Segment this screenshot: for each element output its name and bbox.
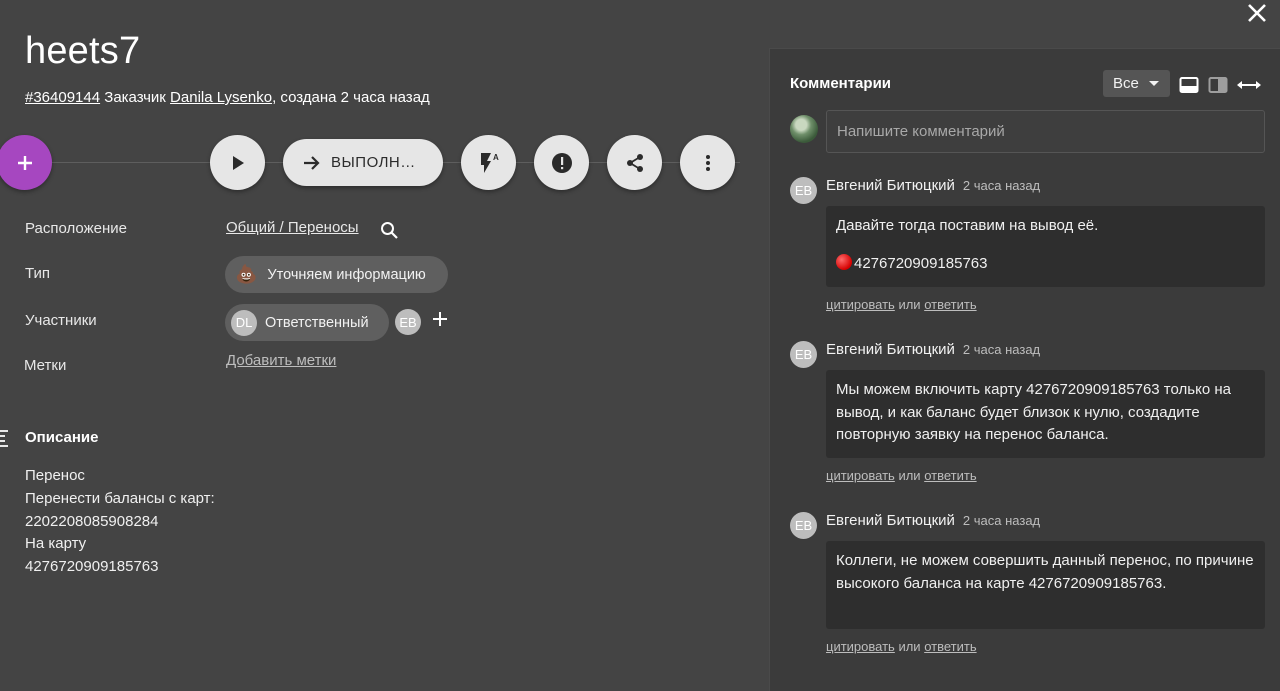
share-icon [626, 153, 643, 172]
participant-avatar[interactable]: EB [395, 309, 421, 335]
comment-item: EB Евгений Битюцкий 2 часа назад Давайте … [790, 175, 1265, 315]
comment-item: EB Евгений Битюцкий 2 часа назад Коллеги,… [790, 510, 1265, 660]
search-icon[interactable] [380, 221, 399, 240]
quote-link[interactable]: цитировать [826, 639, 895, 654]
comment-author: Евгений Битюцкий 2 часа назад [826, 512, 1040, 529]
comment-card-number: 4276720909185763 [854, 254, 988, 272]
close-icon[interactable] [1245, 1, 1269, 25]
comment-body: Коллеги, не можем совершить данный перен… [826, 541, 1265, 629]
play-icon [232, 155, 244, 170]
comment-actions: цитировать или ответить [826, 468, 977, 483]
reply-link[interactable]: ответить [924, 297, 976, 312]
share-button[interactable] [607, 135, 662, 190]
comment-author-name: Евгений Битюцкий [826, 341, 955, 358]
description-line: 4276720909185763 [25, 558, 159, 576]
add-button[interactable] [0, 135, 52, 190]
participants-label: Участники [25, 312, 97, 329]
layout-side-icon[interactable] [1208, 76, 1228, 94]
created-info: , создана 2 часа назад [272, 89, 430, 106]
description-line: Перенести балансы с карт: [25, 489, 215, 507]
location-label: Расположение [25, 220, 127, 237]
expand-horizontal-icon[interactable] [1236, 76, 1262, 94]
svg-text:A: A [493, 153, 499, 162]
arrow-right-icon [304, 155, 320, 170]
filter-value: Все [1113, 75, 1139, 92]
add-participant-icon[interactable] [432, 311, 448, 327]
alert-circle-icon [551, 152, 572, 173]
status-button[interactable]: ВЫПОЛН… [283, 139, 443, 186]
or-text: или [898, 297, 921, 312]
status-label: ВЫПОЛН… [331, 154, 416, 171]
description-body[interactable]: Перенос Перенести балансы с карт: 220220… [25, 465, 215, 579]
task-details: heets7 #36409144 Заказчик Danila Lysenko… [0, 0, 768, 691]
customer-prefix: Заказчик [104, 89, 166, 106]
comment-time: 2 часа назад [962, 178, 1041, 193]
responsible-chip[interactable]: DL Ответственный [225, 304, 389, 341]
comment-author: Евгений Битюцкий 2 часа назад [826, 177, 1040, 194]
reply-link[interactable]: ответить [924, 639, 976, 654]
description-line: На карту [25, 535, 87, 553]
description-line: Перенос [25, 467, 85, 484]
task-title[interactable]: heets7 [25, 30, 140, 73]
type-label: Тип [25, 265, 51, 282]
alert-button[interactable] [534, 135, 589, 190]
avatar: EB [790, 512, 817, 539]
customer-link[interactable]: Danila Lysenko [170, 89, 272, 106]
location-link[interactable]: Общий / Переносы [226, 219, 359, 236]
avatar: DL [231, 309, 257, 336]
avatar: EB [790, 177, 817, 204]
comments-filter-select[interactable]: Все [1103, 70, 1170, 97]
priority-button[interactable]: A [461, 135, 516, 190]
tags-label: Метки [24, 357, 67, 374]
comment-actions: цитировать или ответить [826, 297, 977, 312]
type-chip[interactable]: 💩 Уточняем информацию [225, 256, 448, 293]
layout-bottom-icon[interactable] [1179, 76, 1199, 94]
more-button[interactable] [680, 135, 735, 190]
comments-title: Комментарии [790, 75, 892, 92]
play-button[interactable] [210, 135, 265, 190]
comments-panel: Комментарии Все Напишите комментарий EB … [769, 48, 1280, 691]
type-value: Уточняем информацию [267, 266, 426, 283]
plus-icon [17, 155, 32, 170]
task-id-link[interactable]: #36409144 [25, 89, 100, 106]
description-line: 2202208085908284 [25, 512, 159, 530]
chevron-down-icon [1148, 81, 1159, 86]
avatar: EB [790, 341, 817, 368]
reply-link[interactable]: ответить [924, 468, 976, 483]
comment-author-name: Евгений Битюцкий [826, 512, 955, 529]
task-subtitle: #36409144 Заказчик Danila Lysenko, созда… [25, 89, 430, 106]
comment-time: 2 часа назад [962, 342, 1041, 357]
add-tags-link[interactable]: Добавить метки [226, 352, 336, 369]
description-icon [0, 430, 8, 447]
current-user-avatar [790, 115, 818, 143]
flash-auto-icon: A [480, 152, 499, 173]
quote-link[interactable]: цитировать [826, 468, 895, 483]
quote-link[interactable]: цитировать [826, 297, 895, 312]
or-text: или [898, 639, 921, 654]
comment-time: 2 часа назад [962, 513, 1041, 528]
comment-body: Давайте тогда поставим на вывод её. 4276… [826, 206, 1265, 287]
comment-input[interactable]: Напишите комментарий [826, 110, 1265, 153]
comment-body: Мы можем включить карту 4276720909185763… [826, 370, 1265, 458]
or-text: или [898, 468, 921, 483]
comment-card-line: 4276720909185763 [836, 253, 1255, 276]
comment-actions: цитировать или ответить [826, 639, 977, 654]
comment-item: EB Евгений Битюцкий 2 часа назад Мы можем… [790, 339, 1265, 489]
more-vert-icon [705, 154, 710, 171]
responsible-label: Ответственный [265, 314, 369, 331]
type-emoji: 💩 [235, 264, 258, 284]
description-title: Описание [25, 429, 99, 446]
comment-author: Евгений Битюцкий 2 часа назад [826, 341, 1040, 358]
comment-text: Давайте тогда поставим на вывод её. [836, 217, 1099, 234]
red-circle-icon [836, 253, 852, 270]
comment-author-name: Евгений Битюцкий [826, 177, 955, 194]
